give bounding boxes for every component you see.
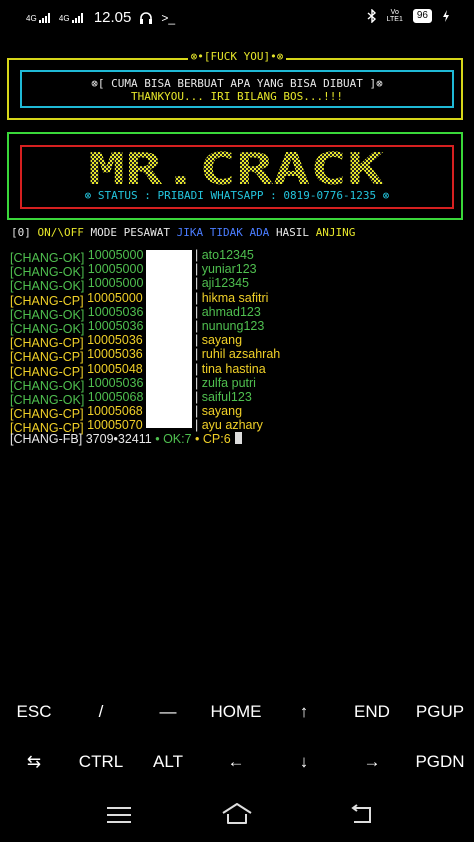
log-name: | aji12345 [195, 276, 249, 291]
status-bar: 4G 4G 12.05 >_ Vo LTE1 96 [0, 0, 474, 36]
log-row: [CHANG-CP] 10005000 | hikma safitri [10, 290, 268, 308]
key-row2-0[interactable]: ⇆ [4, 752, 64, 772]
terminal-cursor [234, 432, 242, 444]
log-name: | yuniar123 [195, 262, 257, 277]
log-name: | ayu azhary [195, 418, 263, 433]
key-row2-5[interactable]: → [342, 752, 402, 772]
key-row1-0[interactable]: ESC [4, 702, 64, 722]
key-row2-4[interactable]: ↓ [274, 752, 334, 772]
redaction-block [146, 250, 192, 428]
log-name: | tina hastina [195, 361, 266, 376]
banner-title: ⊗•[FUCK YOU]•⊗ [0, 50, 474, 63]
clock: 12.05 [93, 9, 132, 26]
log-name: | zulfa putri [195, 375, 256, 390]
summary-ok: • OK:7 [155, 432, 192, 446]
summary-cp: • CP:6 [195, 432, 231, 446]
signal-2-icon: 4G [58, 12, 84, 23]
log-name: | sayang [195, 333, 243, 348]
battery-level: 96 [416, 10, 428, 21]
log-name: | hikma safitri [195, 290, 269, 305]
mr-crack-logo: MR.CRACK [88, 150, 385, 188]
log-name: | saiful123 [195, 389, 252, 404]
key-row2-6[interactable]: PGDN [410, 752, 470, 772]
log-id: 10005070 [87, 418, 143, 433]
menu-icon[interactable] [107, 806, 131, 824]
key-row2-3[interactable]: ← [206, 752, 266, 772]
charging-icon [443, 10, 449, 22]
navigation-bar [0, 790, 474, 842]
mode-hasil: HASIL [275, 226, 310, 239]
log-id: 10005036 [87, 318, 144, 333]
log-id: 10005048 [87, 361, 143, 376]
log-row: [CHANG-OK] 10005068 | saiful123 [10, 389, 252, 407]
progress-summary: [CHANG-FB] 3709•32411 • OK:7 • CP:6 [10, 432, 242, 446]
log-id: 10005000 [87, 248, 144, 262]
key-row1-4[interactable]: ↑ [274, 702, 334, 722]
log-id: 10005036 [87, 333, 143, 348]
contact-status-text: ⊗ STATUS : PRIBADI WHATSAPP : 0819-0776-… [84, 189, 390, 202]
bluetooth-icon [367, 9, 376, 23]
mode-jika: JIKA TIDAK ADA [176, 226, 270, 239]
log-id: 10005068 [87, 389, 144, 404]
result-log: [CHANG-OK] 10005000 | ato12345 [CHANG-OK] … [10, 248, 280, 435]
log-row: [CHANG-OK] 10005000 | yuniar123 [10, 262, 257, 279]
summary-progress: 3709•32411 [85, 432, 152, 446]
log-name: | ahmad123 [195, 304, 261, 319]
log-row: [CHANG-OK] 10005036 | nunung123 [10, 318, 264, 336]
signal-1-icon: 4G [26, 12, 51, 23]
battery-icon: 96 [412, 9, 432, 23]
summary-tag: [CHANG-FB] [10, 432, 83, 446]
mode-instruction: [0] ON/\OFF MODE PESAWAT JIKA TIDAK ADA … [11, 226, 355, 239]
log-row: [CHANG-OK] 10005036 | zulfa putri [10, 375, 256, 393]
key-row1-6[interactable]: PGUP [410, 702, 470, 722]
back-icon[interactable] [348, 804, 376, 826]
log-id: 10005036 [87, 304, 144, 319]
log-row: [CHANG-CP] 10005068 | sayang [10, 404, 242, 421]
mode-onoff: ON/\OFF [37, 226, 84, 239]
key-row2-2[interactable]: ALT [138, 752, 198, 772]
log-id: 10005036 [87, 375, 144, 390]
logo-text: MR.CRACK [88, 150, 385, 188]
mode-pesawat: MODE PESAWAT [90, 226, 170, 239]
log-row: [CHANG-OK] 10005000 | ato12345 [10, 248, 254, 265]
log-id: 10005068 [87, 404, 143, 419]
log-row: [CHANG-OK] 10005036 | ahmad123 [10, 304, 261, 322]
log-name: | sayang [195, 404, 243, 419]
contact-status-line: ⊗ STATUS : PRIBADI WHATSAPP : 0819-0776-… [0, 189, 474, 202]
log-name: | nunung123 [195, 318, 265, 333]
log-row: [CHANG-CP] 10005036 | sayang [10, 333, 242, 350]
mode-num: [0] [11, 226, 31, 239]
home-icon[interactable] [220, 801, 254, 827]
network-type-2: 4G [58, 13, 70, 23]
log-row: [CHANG-OK] 10005000 | aji12345 [10, 276, 249, 293]
log-row: [CHANG-CP] 10005070 | ayu azhary [10, 418, 263, 435]
log-id: 10005000 [87, 290, 143, 305]
log-id: 10005000 [87, 276, 144, 291]
banner-title-text: ⊗•[FUCK YOU]•⊗ [187, 50, 287, 63]
volte-indicator: Vo LTE1 [386, 9, 403, 23]
key-row2-1[interactable]: CTRL [71, 752, 131, 772]
mode-anjing: ANJING [315, 226, 356, 239]
log-id: 10005036 [87, 347, 143, 362]
log-row: [CHANG-CP] 10005036 | ruhil azsahrah [10, 347, 280, 364]
network-type-1: 4G [26, 13, 37, 23]
key-row1-1[interactable]: / [71, 702, 131, 722]
key-row1-3[interactable]: HOME [206, 702, 266, 722]
key-row1-5[interactable]: END [342, 702, 402, 722]
headphones-icon [140, 11, 153, 24]
log-name: | ruhil azsahrah [195, 347, 281, 362]
log-row: [CHANG-CP] 10005048 | tina hastina [10, 361, 266, 379]
banner-line-2: THANKYOU... IRI BILANG BOS...!!! [131, 90, 343, 103]
log-name: | ato12345 [195, 248, 254, 262]
terminal-icon: >_ [161, 10, 176, 25]
key-row1-2[interactable]: — [138, 702, 198, 722]
banner-line-1: ⊗[ CUMA BISA BERBUAT APA YANG BISA DIBUA… [91, 77, 383, 90]
log-id: 10005000 [87, 262, 144, 277]
